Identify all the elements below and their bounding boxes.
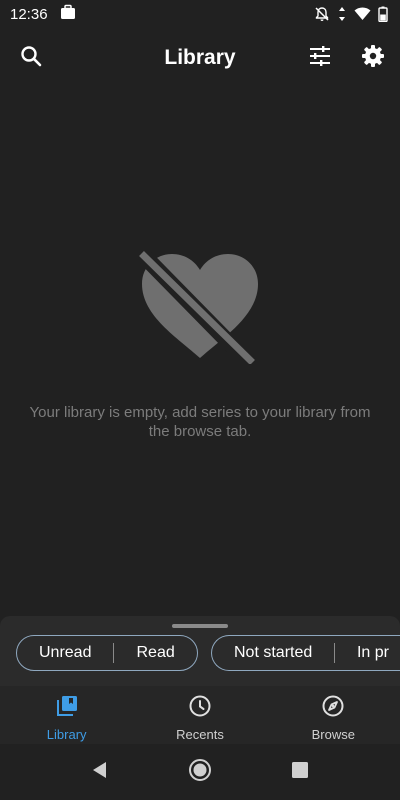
sheet-drag-handle[interactable] <box>172 624 228 628</box>
read-status-filter: Unread Read <box>16 635 198 671</box>
filter-sheet: Unread Read Not started In pr <box>0 616 400 686</box>
heart-off-icon <box>138 250 262 369</box>
progress-filter: Not started In pr <box>211 635 400 671</box>
page-title: Library <box>164 46 236 69</box>
empty-message: Your library is empty, add series to you… <box>29 404 371 440</box>
filter-chip-not-started[interactable]: Not started <box>212 635 334 671</box>
status-left: 12:36 <box>10 4 76 25</box>
status-bar: 12:36 <box>0 0 400 28</box>
filter-chip-in-progress[interactable]: In pr <box>335 635 400 671</box>
nav-label-library: Library <box>46 727 87 742</box>
nav-item-library[interactable]: Library <box>0 686 133 744</box>
gear-icon <box>361 44 385 73</box>
briefcase-icon <box>60 4 76 25</box>
nav-label-browse: Browse <box>311 727 355 742</box>
overview-icon <box>291 761 309 784</box>
status-time: 12:36 <box>10 5 48 23</box>
back-icon <box>90 760 110 785</box>
status-right <box>314 6 388 22</box>
app-bar: Library <box>0 30 400 86</box>
library-icon <box>55 694 79 723</box>
nav-item-browse[interactable]: Browse <box>267 686 400 744</box>
data-arrows-icon <box>337 6 347 22</box>
system-nav <box>0 744 400 800</box>
nav-label-recents: Recents <box>176 727 224 742</box>
bottom-nav: Library Recents Browse <box>0 686 400 744</box>
clock-icon <box>188 694 212 723</box>
home-icon <box>188 758 212 787</box>
wifi-icon <box>354 7 371 21</box>
back-button[interactable] <box>88 760 112 784</box>
home-button[interactable] <box>188 758 212 787</box>
compass-icon <box>321 694 345 723</box>
notifications-off-icon <box>314 6 330 22</box>
filter-chip-read[interactable]: Read <box>114 635 196 671</box>
overview-button[interactable] <box>288 760 312 784</box>
filter-chip-unread[interactable]: Unread <box>17 635 113 671</box>
filter-button[interactable] <box>304 42 336 74</box>
filter-icon <box>308 45 332 72</box>
battery-icon <box>378 6 388 22</box>
screen: 12:36 Library Your library is empty, add… <box>0 0 400 800</box>
settings-button[interactable] <box>357 42 389 74</box>
empty-state: Your library is empty, add series to you… <box>0 250 400 441</box>
nav-item-recents[interactable]: Recents <box>133 686 266 744</box>
